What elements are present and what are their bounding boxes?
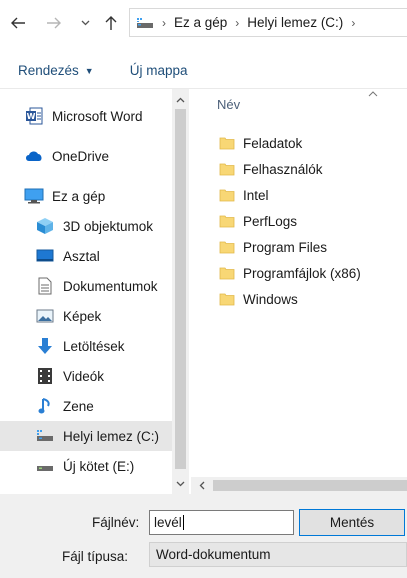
back-button[interactable] <box>6 12 30 34</box>
forward-button[interactable] <box>42 12 66 34</box>
filetype-select[interactable]: Word-dokumentum <box>149 542 407 567</box>
folder-name: Feladatok <box>243 135 303 151</box>
toolbar: Rendezés ▼ Új mappa <box>0 53 407 88</box>
filename-input[interactable]: levél <box>149 510 294 535</box>
folder-item[interactable]: PerfLogs <box>219 209 297 233</box>
folder-name: PerfLogs <box>243 213 298 229</box>
folder-name: Windows <box>243 291 298 307</box>
content-horizontal-scrollbar[interactable] <box>191 477 407 494</box>
nav-scrollbar[interactable] <box>172 89 189 494</box>
filetype-label: Fájl típusa: <box>62 549 129 564</box>
nav-scrollbar-thumb[interactable] <box>175 109 186 469</box>
desktop-icon <box>35 247 55 265</box>
nav-item-3d-objects[interactable]: 3D objektumok <box>0 211 172 241</box>
text-cursor <box>182 515 184 530</box>
folder-icon <box>219 162 235 176</box>
nav-item-label: Ez a gép <box>52 188 106 204</box>
arrow-left-icon <box>11 17 25 29</box>
folder-icon <box>219 240 235 254</box>
navigation-pane: W Microsoft Word OneDrive Ez a gép 3D ob… <box>0 89 172 494</box>
nav-item-microsoft-word[interactable]: W Microsoft Word <box>0 101 172 131</box>
nav-item-label: Zene <box>63 398 94 414</box>
nav-item-label: Asztal <box>63 248 100 264</box>
svg-text:W: W <box>27 112 36 121</box>
arrow-right-icon <box>47 17 61 29</box>
folder-item[interactable]: Program Files <box>219 235 327 259</box>
save-form: Fájlnév: levél Mentés Fájl típusa: Word-… <box>0 494 407 578</box>
scroll-down-arrow-icon[interactable] <box>172 475 189 492</box>
cube-3d-icon <box>35 217 55 235</box>
drive-icon <box>136 17 154 29</box>
breadcrumb-this-pc[interactable]: Ez a gép <box>174 15 227 30</box>
download-icon <box>35 337 55 355</box>
filename-label: Fájlnév: <box>92 515 140 530</box>
nav-item-label: Új kötet (E:) <box>63 458 135 474</box>
breadcrumb-separator[interactable]: › <box>235 16 239 30</box>
folder-name: Felhasználók <box>243 161 323 177</box>
caret-down-icon: ▼ <box>84 65 94 76</box>
folder-name: Program Files <box>243 239 328 255</box>
folder-item[interactable]: Programfájlok (x86) <box>219 261 361 285</box>
scroll-up-arrow-icon[interactable] <box>172 91 189 108</box>
nav-item-label: Dokumentumok <box>63 278 158 294</box>
address-bar[interactable]: › Ez a gép › Helyi lemez (C:) › <box>129 8 407 37</box>
folder-item[interactable]: Intel <box>219 183 269 207</box>
new-folder-button[interactable]: Új mappa <box>130 63 188 78</box>
nav-item-label: Helyi lemez (C:) <box>63 428 160 444</box>
word-icon: W <box>24 107 44 125</box>
content-scrollbar-thumb[interactable] <box>213 480 407 491</box>
file-list-pane: Név Feladatok Felhasználók Intel PerfLog… <box>191 89 407 477</box>
nav-item-downloads[interactable]: Letöltések <box>0 331 172 361</box>
folder-icon <box>219 188 235 202</box>
nav-item-desktop[interactable]: Asztal <box>0 241 172 271</box>
folder-icon <box>219 214 235 228</box>
nav-item-onedrive[interactable]: OneDrive <box>0 141 172 171</box>
nav-item-label: Képek <box>63 308 102 324</box>
column-header-name[interactable]: Név <box>217 97 240 112</box>
document-icon <box>35 277 55 295</box>
breadcrumb-trailing-chevron[interactable]: › <box>351 16 355 30</box>
address-row: › Ez a gép › Helyi lemez (C:) › <box>0 0 407 46</box>
nav-item-pictures[interactable]: Képek <box>0 301 172 331</box>
filetype-value: Word-dokumentum <box>156 547 271 562</box>
up-button[interactable] <box>100 12 122 34</box>
nav-item-label: Videók <box>63 368 105 384</box>
folder-name: Programfájlok (x86) <box>243 265 361 281</box>
nav-item-videos[interactable]: Videók <box>0 361 172 391</box>
pictures-icon <box>35 307 55 325</box>
organize-label: Rendezés <box>18 63 79 78</box>
folder-item[interactable]: Windows <box>219 287 298 311</box>
folder-item[interactable]: Felhasználók <box>219 157 323 181</box>
arrow-up-icon <box>105 16 117 30</box>
recent-locations-button[interactable] <box>78 12 92 34</box>
music-icon <box>35 397 55 415</box>
nav-item-documents[interactable]: Dokumentumok <box>0 271 172 301</box>
nav-item-music[interactable]: Zene <box>0 391 172 421</box>
nav-item-label: 3D objektumok <box>63 218 154 234</box>
chevron-down-icon <box>81 20 89 26</box>
folder-icon <box>219 292 235 306</box>
nav-item-this-pc[interactable]: Ez a gép <box>0 181 172 211</box>
cloud-icon <box>24 147 44 165</box>
nav-item-new-volume-e[interactable]: Új kötet (E:) <box>0 451 172 481</box>
nav-item-local-disk-c[interactable]: Helyi lemez (C:) <box>0 421 172 451</box>
folder-icon <box>219 136 235 150</box>
folder-icon <box>219 266 235 280</box>
nav-item-label: Letöltések <box>63 338 125 354</box>
organize-button[interactable]: Rendezés ▼ <box>18 63 94 78</box>
video-icon <box>35 367 55 385</box>
breadcrumb-local-disk[interactable]: Helyi lemez (C:) <box>247 15 343 30</box>
breadcrumb-separator[interactable]: › <box>162 16 166 30</box>
filename-value: levél <box>154 515 182 530</box>
folder-item[interactable]: Feladatok <box>219 131 302 155</box>
folder-name: Intel <box>243 187 269 203</box>
drive-icon <box>35 427 55 445</box>
scroll-left-arrow-icon[interactable] <box>199 477 205 494</box>
nav-item-label: OneDrive <box>52 148 110 164</box>
sort-ascending-icon <box>368 89 378 100</box>
computer-icon <box>24 187 44 205</box>
drive-icon <box>35 457 55 475</box>
save-button[interactable]: Mentés <box>299 509 405 536</box>
nav-item-label: Microsoft Word <box>52 108 143 124</box>
